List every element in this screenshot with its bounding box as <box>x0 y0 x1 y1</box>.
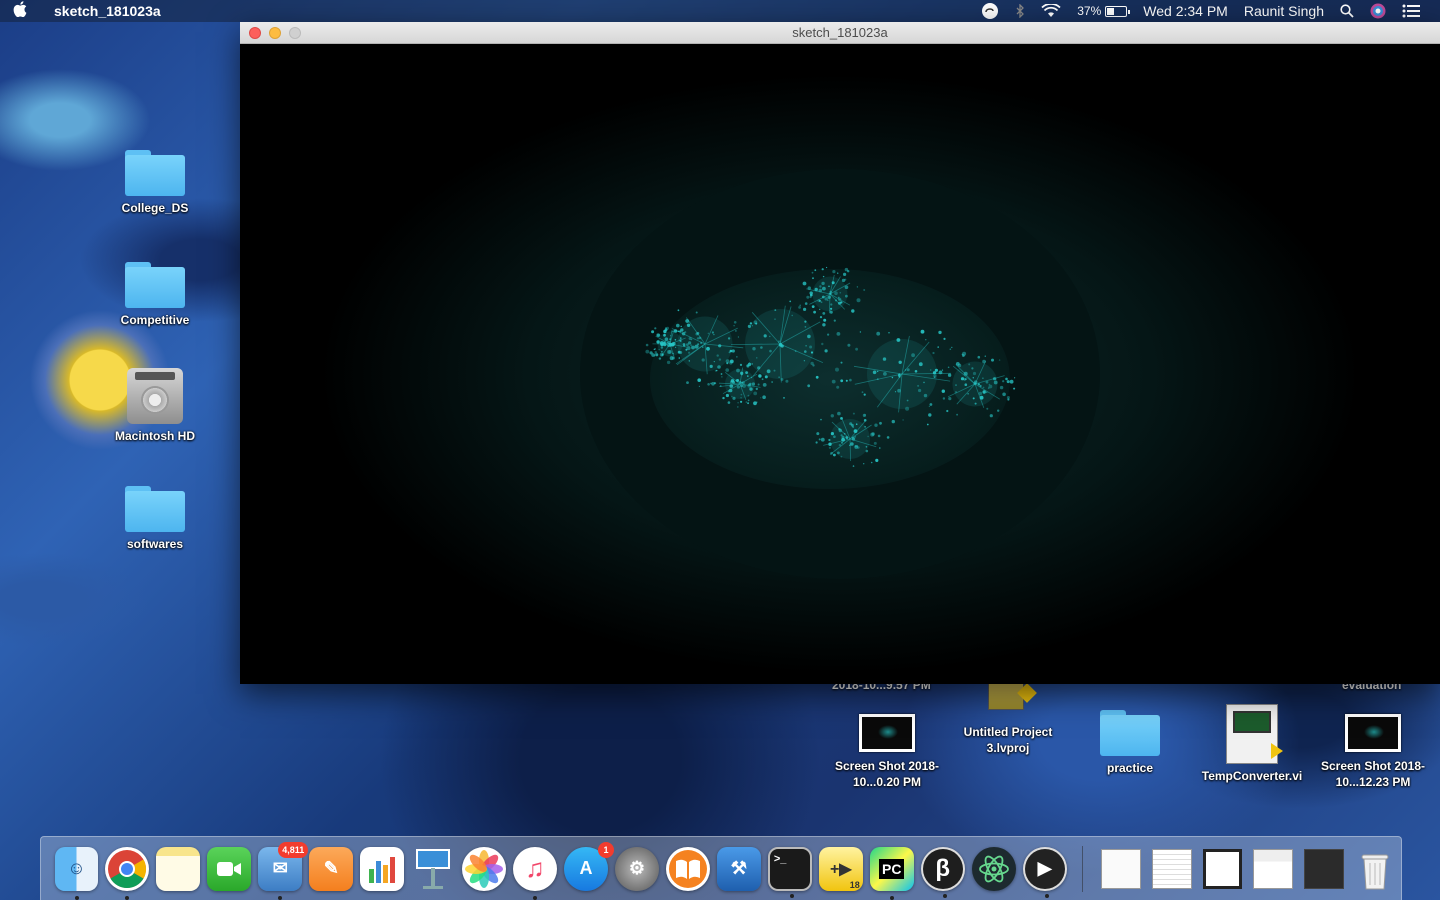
app-name-menu[interactable]: sketch_181023a <box>54 3 161 19</box>
wifi-icon[interactable] <box>1033 4 1069 18</box>
ibooks-icon[interactable] <box>665 846 710 891</box>
mail-icon[interactable]: ✉ 4,811 <box>258 841 309 900</box>
photos-icon[interactable] <box>462 846 507 891</box>
folder-icon <box>1100 710 1160 756</box>
pycharm-icon[interactable]: PC <box>869 846 914 900</box>
desktop-folder-college-ds[interactable]: College_DS <box>100 150 210 216</box>
sketch-canvas[interactable] <box>240 44 1440 684</box>
pycharm-document-icon[interactable] <box>1302 847 1346 891</box>
desktop-folder-practice[interactable]: practice <box>1075 710 1185 776</box>
mail-badge: 4,811 <box>278 841 309 858</box>
desktop-icon-label: TempConverter.vi <box>1201 769 1303 783</box>
trash-icon[interactable] <box>1353 847 1397 891</box>
user-menu[interactable]: Raunit Singh <box>1236 3 1332 19</box>
battery-icon <box>1105 5 1131 17</box>
notes-icon[interactable] <box>156 846 201 891</box>
folder-icon <box>125 486 185 532</box>
desktop-folder-competitive[interactable]: Competitive <box>100 262 210 328</box>
desktop-icon-label: Macintosh HD <box>114 429 195 443</box>
desktop-icon-label: Screen Shot 2018-10...12.23 PM <box>1320 759 1426 789</box>
desktop-icon-label: Untitled Project 3.lvproj <box>963 725 1053 755</box>
desktop-folder-softwares[interactable]: softwares <box>100 486 210 552</box>
sketch-window[interactable]: sketch_181023a <box>240 22 1440 684</box>
traffic-lights <box>249 26 301 39</box>
spreadsheet-document-icon[interactable] <box>1150 847 1194 891</box>
itunes-icon[interactable]: ♫ <box>513 846 558 900</box>
battery-fill <box>1107 7 1114 15</box>
desktop-drive-macintosh-hd[interactable]: Macintosh HD <box>100 368 210 444</box>
folder-icon <box>125 262 185 308</box>
clock[interactable]: Wed 2:34 PM <box>1135 3 1236 19</box>
screenshot-thumbnail-icon <box>1345 714 1401 752</box>
window-titlebar[interactable]: sketch_181023a <box>240 22 1440 44</box>
app-store-icon[interactable]: A1 <box>564 841 614 891</box>
keynote-icon[interactable] <box>411 847 455 891</box>
zoom-button[interactable] <box>289 26 301 39</box>
screenshot-document-icon[interactable] <box>1251 847 1295 891</box>
battery-percent: 37% <box>1077 4 1102 18</box>
minimize-button[interactable] <box>269 26 281 39</box>
labview-icon[interactable]: +▶ 18 <box>818 846 863 891</box>
finder-icon[interactable]: ☺ <box>54 846 99 900</box>
siri-icon[interactable] <box>1362 3 1394 19</box>
battery-status[interactable]: 37% <box>1069 4 1135 18</box>
hard-drive-icon <box>127 368 183 424</box>
labview-vi-icon <box>1226 704 1283 764</box>
terminal-icon[interactable]: >_ <box>767 846 812 898</box>
window-title: sketch_181023a <box>792 25 888 40</box>
close-button[interactable] <box>249 26 261 39</box>
labview-version: 18 <box>849 879 860 890</box>
desktop-screenshot-1[interactable]: Screen Shot 2018-10...0.20 PM <box>832 714 942 790</box>
spotlight-search-icon[interactable] <box>1332 4 1362 18</box>
chrome-icon[interactable] <box>105 846 150 900</box>
pages-icon[interactable]: ✎ <box>309 846 354 891</box>
desktop-icon-label: Screen Shot 2018-10...0.20 PM <box>834 759 940 789</box>
numbers-icon[interactable] <box>360 846 405 891</box>
screenshot-thumbnail-icon <box>859 714 915 752</box>
xcode-icon[interactable]: ⚒ <box>716 846 761 891</box>
desktop-icon-label: Competitive <box>120 313 190 327</box>
dock-separator <box>1082 845 1084 892</box>
txt-document-icon[interactable] <box>1099 847 1143 891</box>
apple-menu-icon[interactable] <box>0 1 40 21</box>
app-store-badge: 1 <box>597 841 614 858</box>
dock: ☺ ✉ 4,811 ✎ ♫ A1 ⚙ ⚒ >_ +▶ 18 PC β ▶ <box>40 836 1402 900</box>
notification-center-icon[interactable] <box>1394 4 1440 18</box>
julia-fractal <box>320 74 1360 674</box>
menu-bar: sketch_181023a 37% Wed 2:34 PM Raunit Si… <box>0 0 1440 22</box>
desktop-screenshot-2[interactable]: Screen Shot 2018-10...12.23 PM <box>1318 714 1428 790</box>
status-menus: 37% Wed 2:34 PM Raunit Singh <box>973 0 1440 22</box>
desktop-tempconverter-vi[interactable]: TempConverter.vi <box>1197 704 1307 784</box>
bluetooth-icon[interactable] <box>1007 4 1033 18</box>
desktop-icon-label: College_DS <box>121 201 189 215</box>
system-preferences-icon[interactable]: ⚙ <box>614 846 659 891</box>
window-document-icon[interactable] <box>1201 847 1245 891</box>
desktop-icon-label: softwares <box>126 537 184 551</box>
quicktime-icon[interactable]: ▶ <box>1022 846 1067 898</box>
atom-icon[interactable] <box>971 846 1016 891</box>
facetime-icon[interactable] <box>207 846 252 891</box>
folder-icon <box>125 150 185 196</box>
desktop-icon-label: practice <box>1106 761 1154 775</box>
desktop-lvproj[interactable]: Untitled Project 3.lvproj <box>953 672 1063 756</box>
creative-cloud-icon[interactable] <box>973 2 1007 20</box>
processing-icon[interactable]: β <box>920 846 965 898</box>
